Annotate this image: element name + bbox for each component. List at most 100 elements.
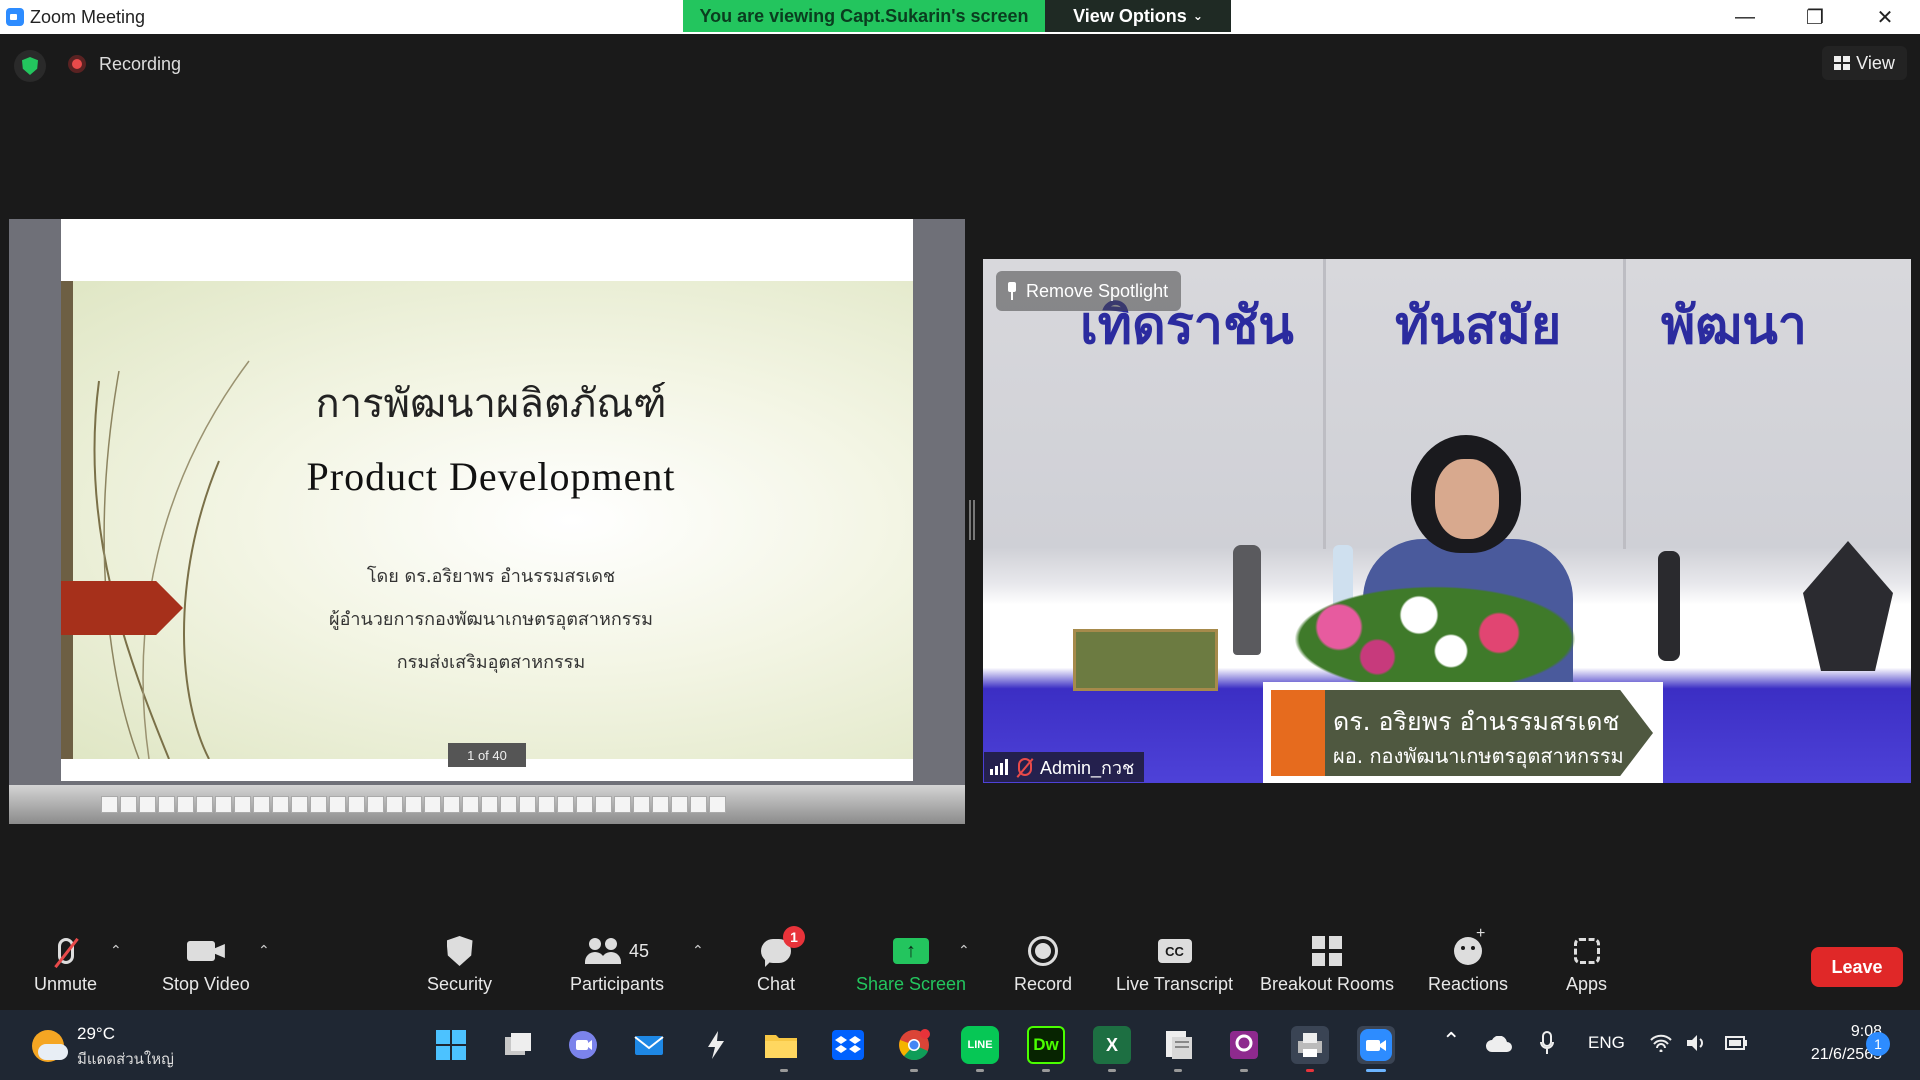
pin-icon bbox=[1006, 282, 1018, 300]
share-screen-button[interactable]: ↑ Share Screen bbox=[856, 932, 966, 995]
slide-thumbnail[interactable] bbox=[253, 796, 270, 813]
line-icon[interactable]: LINE bbox=[961, 1026, 999, 1064]
slide-thumbnail[interactable] bbox=[120, 796, 137, 813]
slide-thumbnail[interactable] bbox=[576, 796, 593, 813]
slide-thumbnail[interactable] bbox=[291, 796, 308, 813]
muted-mic-icon bbox=[1018, 758, 1032, 776]
slide-thumbnail[interactable] bbox=[462, 796, 479, 813]
thunder-app-icon[interactable] bbox=[697, 1026, 735, 1064]
microphone-icon[interactable] bbox=[1540, 1031, 1554, 1060]
slide-thumbnail[interactable] bbox=[424, 796, 441, 813]
remove-spotlight-button[interactable]: Remove Spotlight bbox=[996, 271, 1181, 311]
running-indicator bbox=[1240, 1069, 1248, 1072]
slide-thumbnail[interactable] bbox=[519, 796, 536, 813]
slide-thumbnail[interactable] bbox=[272, 796, 289, 813]
slide-thumbnail[interactable] bbox=[709, 796, 726, 813]
slide-thumbnail[interactable] bbox=[633, 796, 650, 813]
view-options-button[interactable]: View Options ⌄ bbox=[1045, 0, 1231, 32]
participant-name: Admin_กวช bbox=[1040, 757, 1135, 778]
encryption-shield-button[interactable] bbox=[14, 50, 46, 82]
clock-date[interactable]: 21/6/2565 bbox=[1766, 1046, 1882, 1064]
unmute-button[interactable]: Unmute bbox=[34, 932, 97, 995]
slide-thumbnail[interactable] bbox=[215, 796, 232, 813]
slide-thumbnail[interactable] bbox=[101, 796, 118, 813]
weather-sun-icon[interactable] bbox=[32, 1030, 68, 1062]
onedrive-cloud-icon[interactable] bbox=[1486, 1035, 1512, 1057]
participants-button[interactable]: 45 Participants bbox=[570, 932, 664, 995]
weather-description[interactable]: มีแดดส่วนใหญ่ bbox=[77, 1047, 174, 1071]
participants-options-caret[interactable]: ⌃ bbox=[692, 942, 704, 959]
dropbox-icon[interactable] bbox=[829, 1026, 867, 1064]
record-button[interactable]: Record bbox=[1014, 932, 1072, 995]
slide-thumbnail-strip bbox=[9, 785, 965, 824]
live-transcript-button[interactable]: CC Live Transcript bbox=[1116, 932, 1233, 995]
slide-thumbnail[interactable] bbox=[367, 796, 384, 813]
wifi-icon[interactable] bbox=[1650, 1034, 1672, 1057]
backdrop-word: ทันสมัย bbox=[1395, 296, 1562, 356]
maximize-button[interactable]: ❐ bbox=[1780, 0, 1850, 34]
printer-app-icon[interactable] bbox=[1291, 1026, 1329, 1064]
stop-video-button[interactable]: Stop Video bbox=[162, 932, 250, 995]
slide-thumbnail[interactable] bbox=[348, 796, 365, 813]
slide-thumbnail[interactable] bbox=[139, 796, 156, 813]
apps-button[interactable]: Apps bbox=[1566, 932, 1607, 995]
running-indicator bbox=[1174, 1069, 1182, 1072]
breakout-rooms-button[interactable]: Breakout Rooms bbox=[1260, 932, 1394, 995]
mail-icon[interactable] bbox=[630, 1026, 668, 1064]
slide-thumbnail[interactable] bbox=[405, 796, 422, 813]
battery-icon[interactable] bbox=[1722, 1034, 1748, 1057]
security-shield-icon bbox=[446, 936, 473, 966]
share-options-caret[interactable]: ⌃ bbox=[958, 942, 970, 959]
security-button[interactable]: Security bbox=[427, 932, 492, 995]
slide-thumbnail[interactable] bbox=[196, 796, 213, 813]
record-icon bbox=[1028, 936, 1059, 966]
video-options-caret[interactable]: ⌃ bbox=[258, 942, 270, 959]
slide-thumbnail[interactable] bbox=[671, 796, 688, 813]
minimize-button[interactable]: — bbox=[1710, 0, 1780, 34]
slide-thumbnail[interactable] bbox=[690, 796, 707, 813]
slide-thumbnail[interactable] bbox=[234, 796, 251, 813]
teams-chat-icon[interactable] bbox=[564, 1026, 602, 1064]
chat-button[interactable]: 1 Chat bbox=[757, 926, 806, 995]
slide-thumbnail[interactable] bbox=[595, 796, 612, 813]
volume-icon[interactable] bbox=[1686, 1034, 1708, 1057]
slide-thumbnail[interactable] bbox=[310, 796, 327, 813]
slide-thumbnail[interactable] bbox=[177, 796, 194, 813]
file-explorer-icon[interactable] bbox=[762, 1026, 800, 1064]
slide-thumbnail[interactable] bbox=[329, 796, 346, 813]
signal-strength-icon bbox=[990, 759, 1010, 775]
participant-video[interactable]: เทิดราชัน ทันสมัย พัฒนา ดร. อริยพร อำนรร… bbox=[983, 259, 1911, 783]
shared-screen[interactable]: การพัฒนาผลิตภัณฑ์ Product Development โด… bbox=[9, 219, 965, 824]
split-view-divider[interactable] bbox=[969, 500, 975, 540]
input-language[interactable]: ENG bbox=[1588, 1033, 1625, 1053]
tissue-box bbox=[1073, 629, 1218, 691]
notification-badge[interactable]: 1 bbox=[1866, 1032, 1890, 1056]
reactions-button[interactable]: Reactions bbox=[1428, 925, 1508, 995]
dreamweaver-icon[interactable]: Dw bbox=[1027, 1026, 1065, 1064]
chrome-icon[interactable] bbox=[895, 1026, 933, 1064]
weather-temperature[interactable]: 29°C bbox=[77, 1024, 115, 1044]
slide-thumbnail[interactable] bbox=[652, 796, 669, 813]
leave-button[interactable]: Leave bbox=[1811, 947, 1903, 987]
slide-thumbnail[interactable] bbox=[443, 796, 460, 813]
stop-video-label: Stop Video bbox=[162, 974, 250, 994]
slide-thumbnail[interactable] bbox=[386, 796, 403, 813]
document-viewer-icon[interactable] bbox=[1159, 1026, 1197, 1064]
close-button[interactable]: ✕ bbox=[1850, 0, 1920, 34]
wall-pillar bbox=[1623, 259, 1626, 549]
slide-thumbnail[interactable] bbox=[158, 796, 175, 813]
view-button[interactable]: View bbox=[1822, 46, 1907, 80]
show-hidden-icons-chevron-icon[interactable]: ⌃ bbox=[1442, 1028, 1460, 1054]
task-view-icon[interactable] bbox=[499, 1026, 537, 1064]
slide-thumbnail[interactable] bbox=[614, 796, 631, 813]
slide-thumbnail[interactable] bbox=[557, 796, 574, 813]
windows-start-icon[interactable] bbox=[432, 1026, 470, 1064]
audio-options-caret[interactable]: ⌃ bbox=[110, 942, 122, 959]
slide-thumbnail[interactable] bbox=[500, 796, 517, 813]
zoom-taskbar-icon[interactable] bbox=[1357, 1026, 1395, 1064]
excel-icon[interactable]: X bbox=[1093, 1026, 1131, 1064]
pdf-app-icon[interactable] bbox=[1225, 1026, 1263, 1064]
muted-microphone-icon bbox=[57, 938, 74, 964]
slide-thumbnail[interactable] bbox=[538, 796, 555, 813]
slide-thumbnail[interactable] bbox=[481, 796, 498, 813]
